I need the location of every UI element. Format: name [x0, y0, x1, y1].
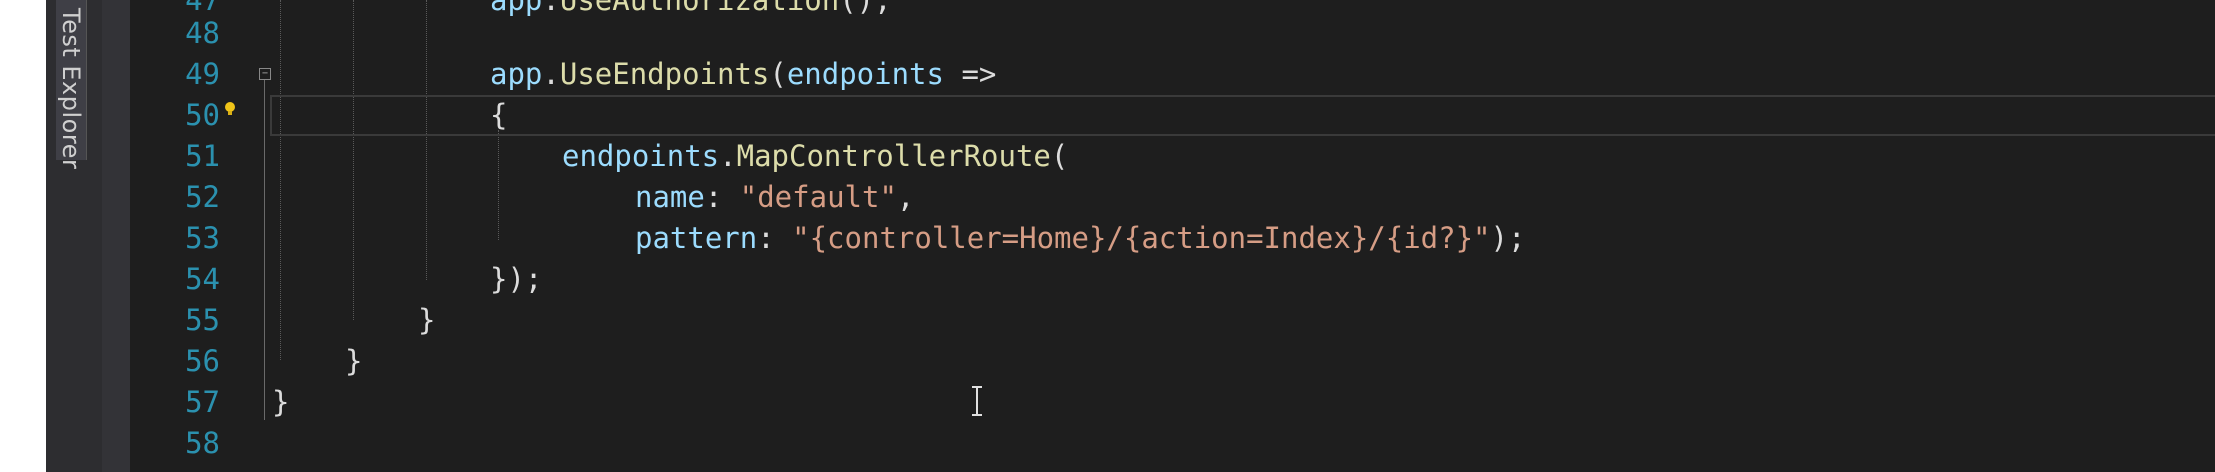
lightbulb-icon[interactable] [224, 101, 236, 117]
code-text[interactable]: } [272, 382, 289, 423]
line-number: 53 [185, 221, 220, 255]
code-text[interactable]: name: "default", [635, 177, 914, 218]
punctuation: : [704, 180, 740, 214]
punctuation: { [490, 98, 508, 132]
code-text[interactable]: { [490, 95, 507, 136]
punctuation: ( [769, 57, 787, 91]
code-text[interactable]: } [418, 300, 435, 341]
code-text[interactable]: pattern: "{controller=Home}/{action=Inde… [635, 218, 1525, 259]
method-name: UseEndpoints [559, 57, 770, 91]
line-number: 56 [185, 344, 220, 378]
line-number: 52 [185, 180, 220, 214]
code-line-51[interactable]: 51 endpoints.MapControllerRoute( [130, 136, 2215, 177]
text-cursor-icon [972, 386, 982, 416]
code-text[interactable]: endpoints.MapControllerRoute( [562, 136, 1068, 177]
line-number: 51 [185, 139, 220, 173]
line-number: 54 [185, 262, 220, 296]
punctuation: , [896, 180, 915, 214]
left-margin [0, 0, 46, 472]
code-line-55[interactable]: 55 } [130, 300, 2215, 341]
glyph-margin [102, 0, 130, 472]
punctuation: } [272, 385, 290, 419]
code-line-52[interactable]: 52 name: "default", [130, 177, 2215, 218]
current-line-highlight [270, 95, 2215, 136]
line-number: 49 [185, 57, 220, 91]
code-text[interactable]: app.UseEndpoints(endpoints => [490, 54, 996, 95]
punctuation: } [345, 344, 363, 378]
line-number: 55 [185, 303, 220, 337]
code-line-50[interactable]: 50 { [130, 95, 2215, 136]
punctuation: . [542, 57, 560, 91]
punctuation: } [418, 303, 436, 337]
argument-name: pattern [635, 221, 758, 255]
punctuation: ( [1050, 139, 1069, 173]
punctuation: ); [1490, 221, 1526, 255]
code-line-54[interactable]: 54 }); [130, 259, 2215, 300]
identifier: endpoints [562, 139, 720, 173]
line-number: 50 [185, 98, 220, 132]
code-editor[interactable]: 47 app.UseAuthorization(); 48 49 − app.U… [130, 0, 2215, 472]
line-number: 57 [185, 385, 220, 419]
code-line-57[interactable]: 57 } [130, 382, 2215, 423]
line-number: 48 [185, 16, 220, 50]
code-text[interactable]: } [345, 341, 362, 382]
code-text[interactable]: }); [490, 259, 542, 300]
punctuation: . [719, 139, 737, 173]
string-literal: "default" [739, 180, 897, 214]
punctuation: => [943, 57, 997, 91]
punctuation: }); [490, 262, 543, 296]
code-line-58[interactable]: 58 [130, 423, 2215, 464]
parameter: endpoints [786, 57, 944, 91]
collapse-icon[interactable]: − [259, 68, 271, 80]
argument-name: name [635, 180, 705, 214]
punctuation: : [757, 221, 793, 255]
test-explorer-tab-label: Test Explorer [57, 8, 85, 170]
code-line-56[interactable]: 56 } [130, 341, 2215, 382]
identifier: app [490, 57, 543, 91]
line-number: 58 [185, 426, 220, 460]
code-line-53[interactable]: 53 pattern: "{controller=Home}/{action=I… [130, 218, 2215, 259]
code-line-48[interactable]: 48 [130, 13, 2215, 54]
code-line-49[interactable]: 49 − app.UseEndpoints(endpoints => [130, 54, 2215, 95]
string-literal: "{controller=Home}/{action=Index}/{id?}" [792, 221, 1491, 255]
method-name: MapControllerRoute [736, 139, 1051, 173]
